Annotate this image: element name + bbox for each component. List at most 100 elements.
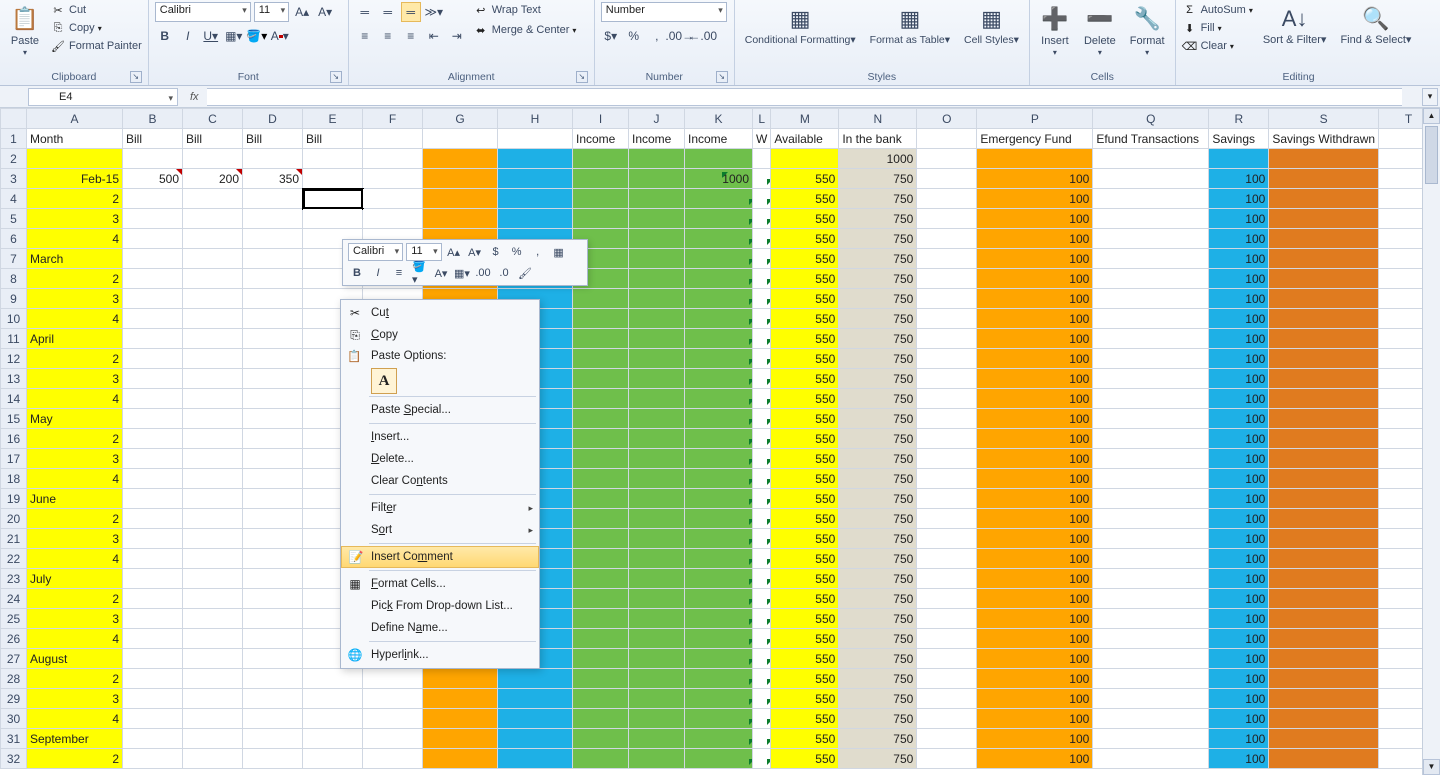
cell-M5[interactable]: 550 xyxy=(771,209,839,229)
cell-Q7[interactable] xyxy=(1093,249,1209,269)
cell-J4[interactable] xyxy=(629,189,685,209)
cell-M6[interactable]: 550 xyxy=(771,229,839,249)
cell-K29[interactable] xyxy=(685,689,753,709)
inc-indent-button[interactable]: ⇥ xyxy=(447,26,467,46)
row-header-21[interactable]: 21 xyxy=(1,529,27,549)
cell-K10[interactable] xyxy=(685,309,753,329)
cell-O12[interactable] xyxy=(917,349,977,369)
cell-Q21[interactable] xyxy=(1093,529,1209,549)
cell-N4[interactable]: 750 xyxy=(839,189,917,209)
col-header-N[interactable]: N xyxy=(839,109,917,129)
cell-R31[interactable]: 100 xyxy=(1209,729,1269,749)
align-center-button[interactable]: ≡ xyxy=(378,26,398,46)
cell-F31[interactable] xyxy=(363,729,423,749)
cell-B23[interactable] xyxy=(123,569,183,589)
cell-M12[interactable]: 550 xyxy=(771,349,839,369)
cell-R13[interactable]: 100 xyxy=(1209,369,1269,389)
cell-L27[interactable] xyxy=(753,649,771,669)
cell-J9[interactable] xyxy=(629,289,685,309)
cell-F30[interactable] xyxy=(363,709,423,729)
cell-D1[interactable]: Bill xyxy=(243,129,303,149)
cell-Q12[interactable] xyxy=(1093,349,1209,369)
cell-P29[interactable]: 100 xyxy=(977,689,1093,709)
cell-N6[interactable]: 750 xyxy=(839,229,917,249)
align-right-button[interactable]: ≡ xyxy=(401,26,421,46)
cell-C7[interactable] xyxy=(183,249,243,269)
cell-J3[interactable] xyxy=(629,169,685,189)
cell-R24[interactable]: 100 xyxy=(1209,589,1269,609)
cell-L17[interactable] xyxy=(753,449,771,469)
cell-H4[interactable] xyxy=(498,189,573,209)
cell-styles-button[interactable]: ▦Cell Styles▾ xyxy=(960,2,1023,48)
cell-A15[interactable]: May xyxy=(27,409,123,429)
cell-O15[interactable] xyxy=(917,409,977,429)
cell-S20[interactable] xyxy=(1269,509,1379,529)
cell-D29[interactable] xyxy=(243,689,303,709)
cell-O7[interactable] xyxy=(917,249,977,269)
cell-J7[interactable] xyxy=(629,249,685,269)
cell-P19[interactable]: 100 xyxy=(977,489,1093,509)
cell-M10[interactable]: 550 xyxy=(771,309,839,329)
number-format-select[interactable]: Number xyxy=(601,2,727,22)
row-header-32[interactable]: 32 xyxy=(1,749,27,769)
cell-Q8[interactable] xyxy=(1093,269,1209,289)
cell-B5[interactable] xyxy=(123,209,183,229)
cell-M18[interactable]: 550 xyxy=(771,469,839,489)
cell-N14[interactable]: 750 xyxy=(839,389,917,409)
row-header-20[interactable]: 20 xyxy=(1,509,27,529)
cell-C12[interactable] xyxy=(183,349,243,369)
cell-O1[interactable] xyxy=(917,129,977,149)
cell-S23[interactable] xyxy=(1269,569,1379,589)
cell-B28[interactable] xyxy=(123,669,183,689)
cell-E29[interactable] xyxy=(303,689,363,709)
cell-Q18[interactable] xyxy=(1093,469,1209,489)
cell-L21[interactable] xyxy=(753,529,771,549)
cell-C28[interactable] xyxy=(183,669,243,689)
cell-C5[interactable] xyxy=(183,209,243,229)
cell-N12[interactable]: 750 xyxy=(839,349,917,369)
cell-L14[interactable] xyxy=(753,389,771,409)
row-header-7[interactable]: 7 xyxy=(1,249,27,269)
cell-S5[interactable] xyxy=(1269,209,1379,229)
row-header-18[interactable]: 18 xyxy=(1,469,27,489)
cell-D32[interactable] xyxy=(243,749,303,769)
cell-N15[interactable]: 750 xyxy=(839,409,917,429)
ctx-delete[interactable]: Delete... xyxy=(341,448,539,470)
cell-O8[interactable] xyxy=(917,269,977,289)
cell-R15[interactable]: 100 xyxy=(1209,409,1269,429)
cell-J28[interactable] xyxy=(629,669,685,689)
cell-C31[interactable] xyxy=(183,729,243,749)
cell-B30[interactable] xyxy=(123,709,183,729)
cell-I23[interactable] xyxy=(573,569,629,589)
cell-O9[interactable] xyxy=(917,289,977,309)
cell-I4[interactable] xyxy=(573,189,629,209)
col-header-P[interactable]: P xyxy=(977,109,1093,129)
col-header-R[interactable]: R xyxy=(1209,109,1269,129)
cell-J18[interactable] xyxy=(629,469,685,489)
cell-C6[interactable] xyxy=(183,229,243,249)
insert-button[interactable]: ➕Insert▾ xyxy=(1036,2,1074,59)
cell-E28[interactable] xyxy=(303,669,363,689)
cell-P13[interactable]: 100 xyxy=(977,369,1093,389)
cell-P22[interactable]: 100 xyxy=(977,549,1093,569)
cell-H5[interactable] xyxy=(498,209,573,229)
cell-L13[interactable] xyxy=(753,369,771,389)
cell-R2[interactable] xyxy=(1209,149,1269,169)
cell-N13[interactable]: 750 xyxy=(839,369,917,389)
cell-O30[interactable] xyxy=(917,709,977,729)
cell-E2[interactable] xyxy=(303,149,363,169)
row-header-13[interactable]: 13 xyxy=(1,369,27,389)
cell-B25[interactable] xyxy=(123,609,183,629)
cell-Q9[interactable] xyxy=(1093,289,1209,309)
cell-C27[interactable] xyxy=(183,649,243,669)
cell-S6[interactable] xyxy=(1269,229,1379,249)
cell-A21[interactable]: 3 xyxy=(27,529,123,549)
cell-A4[interactable]: 2 xyxy=(27,189,123,209)
cell-L30[interactable] xyxy=(753,709,771,729)
cell-L10[interactable] xyxy=(753,309,771,329)
cell-K19[interactable] xyxy=(685,489,753,509)
cell-K18[interactable] xyxy=(685,469,753,489)
col-header-L[interactable]: L xyxy=(753,109,771,129)
cell-R23[interactable]: 100 xyxy=(1209,569,1269,589)
row-header-4[interactable]: 4 xyxy=(1,189,27,209)
